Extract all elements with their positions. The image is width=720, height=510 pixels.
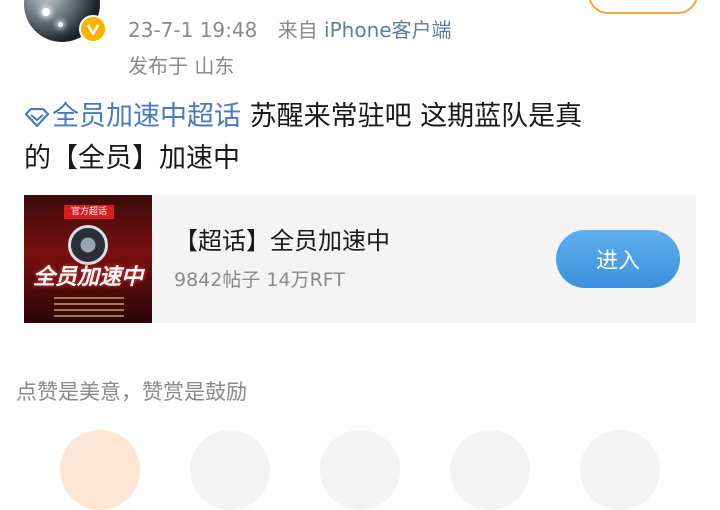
enter-button[interactable]: 进入 (556, 230, 680, 288)
supertopic-cover-image: 官方超话 全员加速中 (24, 195, 152, 323)
avatar-sparkle (58, 22, 63, 27)
reward-avatar[interactable] (60, 430, 140, 510)
supertopic-icon (24, 107, 50, 128)
cover-decoration (54, 293, 124, 317)
topic-link[interactable]: 全员加速中超话 (24, 101, 241, 132)
cover-logo: 全员加速中 (32, 265, 143, 290)
reward-avatar[interactable] (450, 430, 530, 510)
reward-avatar[interactable] (190, 430, 270, 510)
reward-hint: 点赞是美意，赞赏是鼓励 (16, 380, 247, 404)
post-text: 全员加速中超话 苏醒来常驻吧 这期蓝队是真 的【全员】加速中 (24, 96, 696, 180)
post-text-line2: 的【全员】加速中 (24, 143, 240, 174)
reward-avatar[interactable] (580, 430, 660, 510)
follow-button[interactable] (588, 0, 698, 14)
cover-tag: 官方超话 (64, 205, 114, 219)
post-meta: 23-7-1 19:48 来自 iPhone客户端 (128, 14, 452, 43)
verified-badge-icon (79, 15, 107, 43)
post-text-line1: 苏醒来常驻吧 这期蓝队是真 (241, 101, 583, 132)
reward-avatar[interactable] (320, 430, 400, 510)
supertopic-stats: 9842帖子 14万RFT (174, 269, 345, 291)
post-source-link[interactable]: iPhone客户端 (324, 18, 452, 42)
avatar-sparkle (42, 8, 50, 16)
post-timestamp: 23-7-1 19:48 (128, 18, 258, 42)
supertopic-title: 【超话】全员加速中 (174, 227, 390, 255)
source-prefix: 来自 (277, 18, 318, 42)
post-location: 发布于 山东 (128, 54, 235, 78)
supertopic-card[interactable]: 官方超话 全员加速中 【超话】全员加速中 9842帖子 14万RFT 进入 (24, 195, 696, 323)
topic-link-label: 全员加速中超话 (52, 101, 241, 132)
